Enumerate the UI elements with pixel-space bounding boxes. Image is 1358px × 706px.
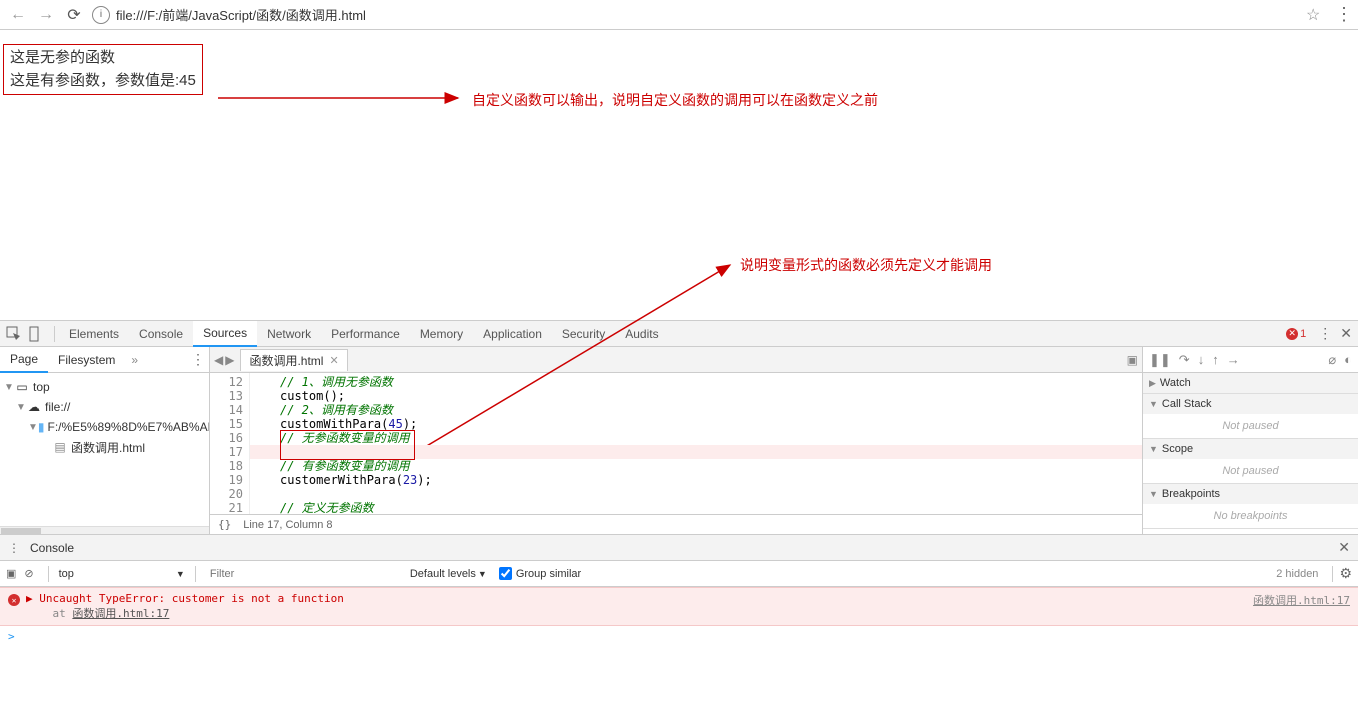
deactivate-bp-icon[interactable]: ⌀ (1328, 352, 1336, 368)
inspect-icon[interactable] (6, 326, 22, 342)
levels-select[interactable]: Default levels▼ (410, 568, 487, 580)
section-breakpoints[interactable]: ▼Breakpoints (1143, 484, 1358, 504)
output-line-1: 这是无参的函数 (10, 47, 196, 70)
drawer-menu-icon[interactable]: ⋮ (8, 541, 20, 555)
pause-exceptions-icon[interactable]: ◐ (1344, 352, 1352, 367)
filter-input[interactable] (210, 568, 410, 580)
debug-controls: ❚❚ ↷ ↓ ↑ → ⌀ ◐ (1143, 347, 1358, 373)
sidebar-toggle-icon[interactable]: ▣ (6, 567, 16, 580)
tree-origin[interactable]: ▼☁file:// (0, 397, 209, 417)
tab-network[interactable]: Network (257, 321, 321, 347)
section-watch[interactable]: ▶Watch (1143, 373, 1358, 393)
console-body: ✕ ▶ Uncaught TypeError: customer is not … (0, 587, 1358, 706)
section-scope[interactable]: ▼Scope (1143, 439, 1358, 459)
console-drawer: ⋮ Console ✕ ▣ ⊘ top▼ Default levels▼ Gro… (0, 534, 1358, 706)
info-icon[interactable]: i (92, 6, 110, 24)
pause-icon[interactable]: ❚❚ (1149, 352, 1171, 368)
output-line-2: 这是有参函数，参数值是:45 (10, 70, 196, 93)
browser-toolbar: ← → ⟳ i file:///F:/前端/JavaScript/函数/函数调用… (0, 0, 1358, 30)
step-over-icon[interactable]: ↷ (1179, 352, 1190, 368)
url-bar[interactable]: i file:///F:/前端/JavaScript/函数/函数调用.html (92, 3, 1300, 27)
file-tab-close-icon[interactable]: ✕ (329, 354, 338, 367)
cursor-position: Line 17, Column 8 (243, 519, 332, 531)
context-select[interactable]: top▼ (55, 568, 189, 580)
console-error-message[interactable]: ✕ ▶ Uncaught TypeError: customer is not … (0, 587, 1358, 626)
step-icon[interactable]: → (1227, 352, 1240, 367)
group-similar-label: Group similar (516, 568, 581, 580)
sources-navigator: Page Filesystem » ⋮ ▼▭top ▼☁file:// ▼▮F:… (0, 347, 210, 534)
tree-folder[interactable]: ▼▮F:/%E5%89%8D%E7%AB%AF/J... (0, 417, 209, 437)
reload-button[interactable]: ⟳ (60, 1, 88, 29)
tree-scrollbar[interactable] (0, 526, 209, 534)
annotation-text-1: 自定义函数可以输出，说明自定义函数的调用可以在函数定义之前 (472, 90, 878, 110)
section-callstack[interactable]: ▼Call Stack (1143, 394, 1358, 414)
annotation-text-2: 说明变量形式的函数必须先定义才能调用 (740, 255, 992, 275)
nav-tab-page[interactable]: Page (0, 347, 48, 373)
step-into-icon[interactable]: ↓ (1198, 352, 1205, 367)
expand-icon[interactable]: ▣ (1127, 353, 1138, 367)
file-tab[interactable]: 函数调用.html✕ (240, 349, 347, 371)
error-badge[interactable]: ✕1 (1286, 328, 1306, 340)
group-similar-checkbox[interactable] (499, 567, 512, 580)
line-gutter: 12131415161718192021 (210, 373, 250, 514)
annotation-arrow-1 (218, 83, 468, 113)
devtools-menu-icon[interactable]: ⋮ (1318, 325, 1332, 342)
clear-console-icon[interactable]: ⊘ (24, 567, 33, 580)
devtools-close-icon[interactable]: ✕ (1340, 325, 1352, 342)
output-box: 这是无参的函数 这是有参函数，参数值是:45 (3, 44, 203, 95)
nav-menu-icon[interactable]: ⋮ (191, 351, 205, 368)
drawer-title: Console (30, 541, 74, 555)
step-out-icon[interactable]: ↑ (1212, 352, 1219, 367)
tree-top[interactable]: ▼▭top (0, 377, 209, 397)
console-settings-icon[interactable]: ⚙ (1339, 565, 1352, 582)
error-stack-link[interactable]: 函数调用.html:17 (72, 607, 169, 620)
sources-panel: Page Filesystem » ⋮ ▼▭top ▼☁file:// ▼▮F:… (0, 347, 1358, 534)
file-tree: ▼▭top ▼☁file:// ▼▮F:/%E5%89%8D%E7%AB%AF/… (0, 373, 209, 526)
tab-performance[interactable]: Performance (321, 321, 410, 347)
editor-status-bar: {} Line 17, Column 8 (210, 514, 1142, 534)
code-lines: // 1、调用无参函数custom();// 2、调用有参函数customWit… (250, 373, 1142, 514)
bookmark-icon[interactable]: ☆ (1306, 5, 1326, 25)
console-filter-bar: ▣ ⊘ top▼ Default levels▼ Group similar 2… (0, 561, 1358, 587)
format-icon[interactable]: {} (218, 518, 231, 531)
url-text: file:///F:/前端/JavaScript/函数/函数调用.html (116, 5, 366, 24)
nav-tab-filesystem[interactable]: Filesystem (48, 347, 125, 373)
sources-editor: ◀▶ 函数调用.html✕ ▣ 12131415161718192021 // … (210, 347, 1143, 534)
error-icon: ✕ (8, 594, 20, 606)
error-source-link[interactable]: 函数调用.html:17 (1253, 592, 1350, 621)
devtools-panel: Elements Console Sources Network Perform… (0, 320, 1358, 706)
chrome-menu-icon[interactable]: ⋮ (1334, 4, 1354, 25)
hidden-count[interactable]: 2 hidden (1276, 568, 1318, 580)
device-icon[interactable] (28, 326, 44, 342)
tab-elements[interactable]: Elements (59, 321, 129, 347)
file-tab-nav[interactable]: ◀▶ (214, 353, 234, 367)
back-button[interactable]: ← (4, 1, 32, 29)
forward-button[interactable]: → (32, 1, 60, 29)
nav-more-icon[interactable]: » (131, 353, 138, 367)
drawer-close-icon[interactable]: ✕ (1338, 539, 1350, 556)
tab-sources[interactable]: Sources (193, 321, 257, 347)
tree-file[interactable]: ▤函数调用.html (0, 437, 209, 457)
console-prompt[interactable]: > (0, 626, 1358, 647)
code-area[interactable]: 12131415161718192021 // 1、调用无参函数custom()… (210, 373, 1142, 514)
debugger-sidebar: ❚❚ ↷ ↓ ↑ → ⌀ ◐ ▶Watch ▼Call StackNot pau… (1143, 347, 1358, 534)
tab-console[interactable]: Console (129, 321, 193, 347)
page-viewport: 这是无参的函数 这是有参函数，参数值是:45 自定义函数可以输出，说明自定义函数… (0, 30, 1358, 320)
